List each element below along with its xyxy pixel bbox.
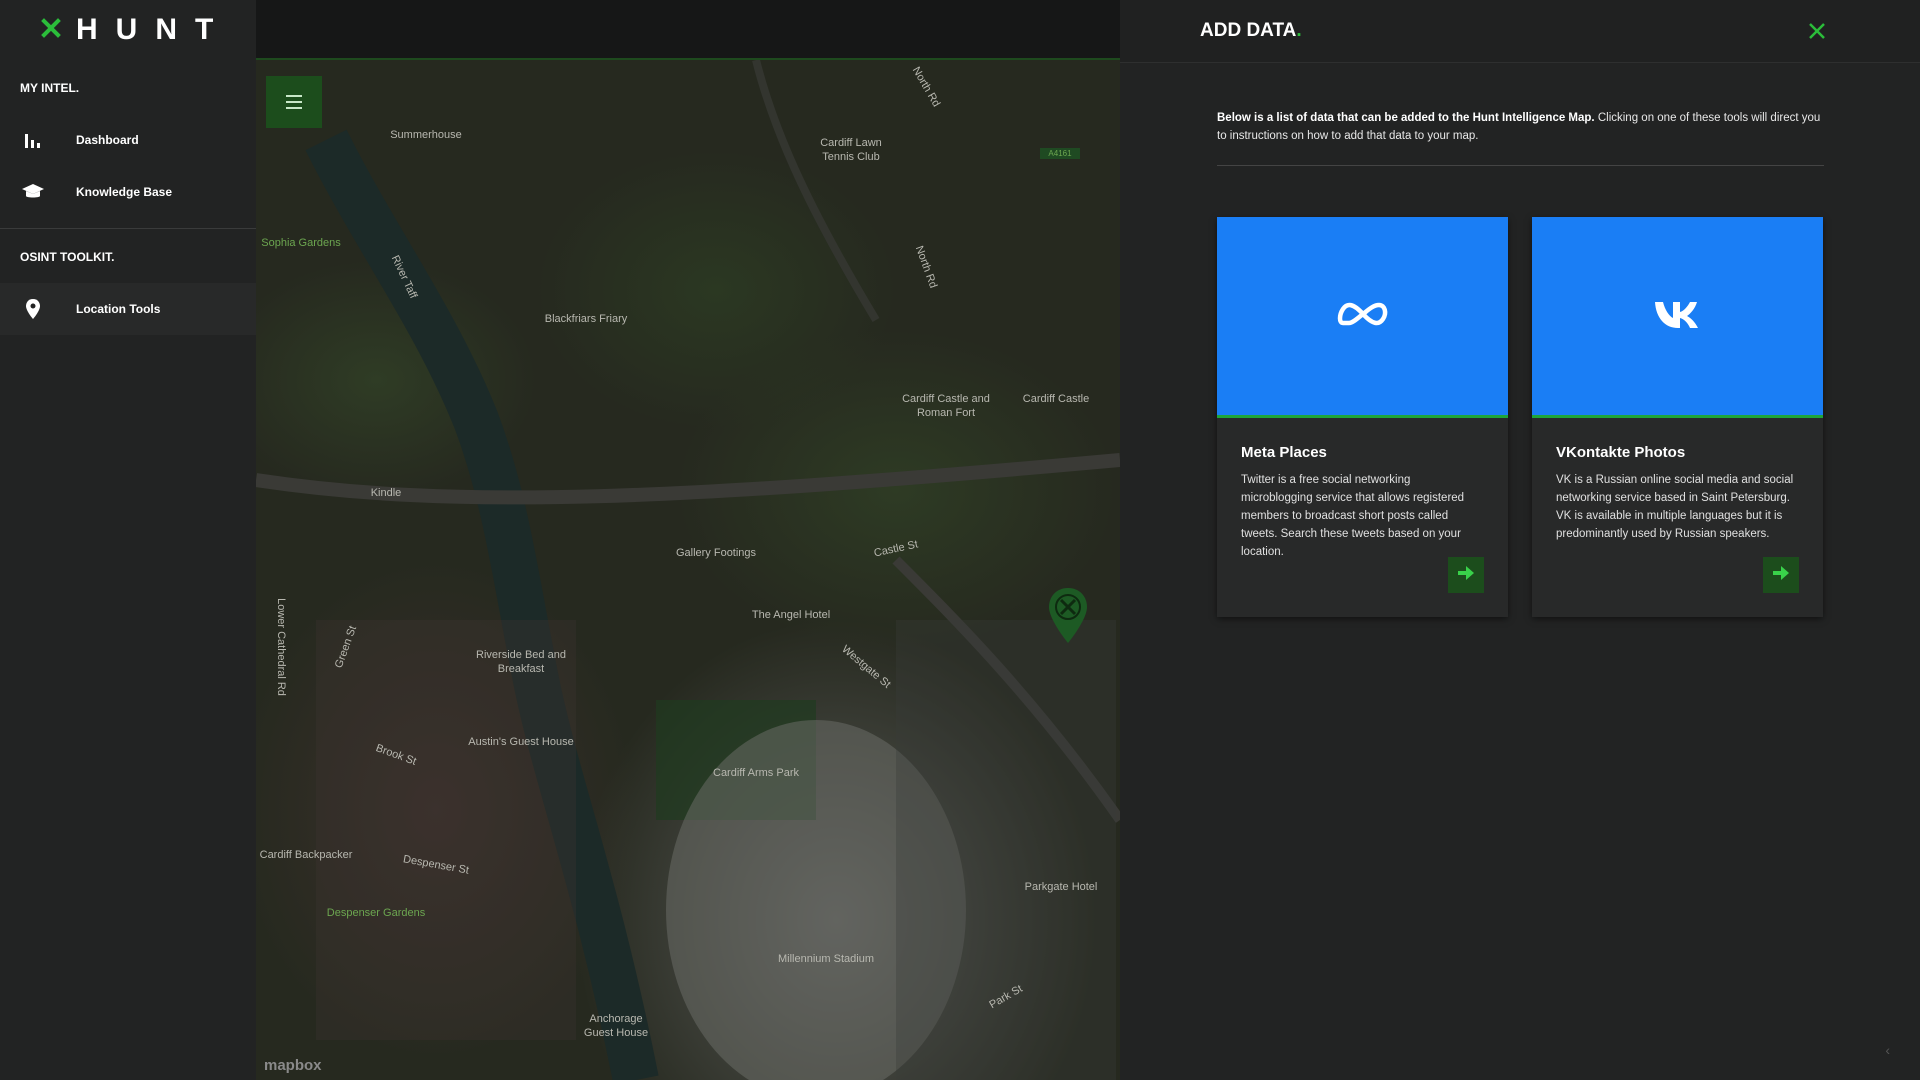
map-label: Millennium Stadium [778, 953, 874, 965]
map-label: Cardiff Castle and Roman Fort [902, 393, 990, 419]
panel-title: ADD DATA. [1200, 20, 1302, 41]
card-title: Meta Places [1241, 444, 1327, 461]
mapbox-attribution[interactable]: mapbox [264, 1057, 322, 1074]
map-label: Parkgate Hotel [1024, 881, 1098, 893]
close-icon[interactable] [1808, 18, 1826, 44]
sidebar-item-label: Dashboard [76, 133, 139, 147]
card-header [1217, 217, 1508, 418]
map-label: Anchorage Guest House [583, 1013, 649, 1039]
bar-chart-icon [20, 127, 46, 153]
menu-toggle-button[interactable] [266, 76, 322, 128]
open-meta-places-button[interactable] [1448, 557, 1484, 593]
map-pin-icon [20, 296, 46, 322]
sidebar-divider [0, 228, 256, 229]
map-label: Despenser Gardens [326, 907, 426, 919]
map-label: Austin's Guest House [468, 736, 574, 748]
map-topbar [256, 0, 1120, 60]
data-source-cards: Meta Places Twitter is a free social net… [1217, 217, 1823, 617]
panel-header: ADD DATA. [1120, 0, 1920, 63]
card-vkontakte-photos[interactable]: VKontakte Photos VK is a Russian online … [1532, 217, 1823, 617]
panel-intro: Below is a list of data that can be adde… [1217, 112, 1821, 142]
vk-logo-icon [1653, 299, 1703, 334]
map-label: Kindle [370, 487, 402, 499]
section-title-osint-toolkit: OSINT TOOLKIT. [20, 250, 115, 264]
arrow-right-icon [1458, 565, 1474, 585]
card-description: Twitter is a free social networking micr… [1241, 474, 1465, 558]
collapse-chevron-icon[interactable]: ‹ [1885, 1042, 1890, 1058]
map-features [256, 60, 1120, 1080]
map-label: Lower Cathedral Rd [275, 598, 287, 696]
graduation-cap-icon [20, 179, 46, 205]
sidebar-item-knowledge-base[interactable]: Knowledge Base [0, 166, 256, 218]
app-logo[interactable]: HUNT [0, 0, 256, 60]
map-label: Cardiff Backpacker [259, 849, 353, 861]
section-title-my-intel: MY INTEL. [20, 81, 80, 95]
sidebar-item-dashboard[interactable]: Dashboard [0, 114, 256, 166]
meta-logo-icon [1337, 299, 1389, 334]
map-label: Blackfriars Friary [544, 313, 628, 325]
map-label: Sophia Gardens [261, 237, 341, 249]
sidebar-item-label: Knowledge Base [76, 185, 173, 199]
map-label: Cardiff Castle [1022, 393, 1090, 405]
card-header [1532, 217, 1823, 418]
map-label: Cardiff Arms Park [713, 767, 799, 779]
map-label: Summerhouse [390, 129, 462, 141]
card-title: VKontakte Photos [1556, 444, 1686, 461]
intro-divider [1217, 165, 1824, 166]
satellite-map[interactable]: Summerhouse Sophia Gardens River Taff Bl… [256, 60, 1120, 1080]
location-pin-icon[interactable] [1046, 586, 1090, 646]
sidebar-item-label: Location Tools [76, 302, 161, 316]
sidebar-item-location-tools[interactable]: Location Tools [0, 283, 256, 335]
road-shield: A4161 [1040, 148, 1080, 159]
hunt-logo-icon [40, 15, 62, 45]
map-label: Gallery Footings [675, 547, 757, 559]
add-data-panel: ADD DATA. Below is a list of data that c… [1120, 0, 1920, 1080]
map-label: Riverside Bed and Breakfast [476, 649, 566, 675]
map-label: Cardiff Lawn Tennis Club [820, 137, 882, 163]
app-logo-text: HUNT [76, 13, 232, 46]
card-description: VK is a Russian online social media and … [1556, 474, 1794, 540]
arrow-right-icon [1773, 565, 1789, 585]
sidebar: HUNT MY INTEL. Dashboard Knowledge Base … [0, 0, 256, 1080]
open-vkontakte-photos-button[interactable] [1763, 557, 1799, 593]
card-meta-places[interactable]: Meta Places Twitter is a free social net… [1217, 217, 1508, 617]
map-label: The Angel Hotel [751, 609, 831, 621]
